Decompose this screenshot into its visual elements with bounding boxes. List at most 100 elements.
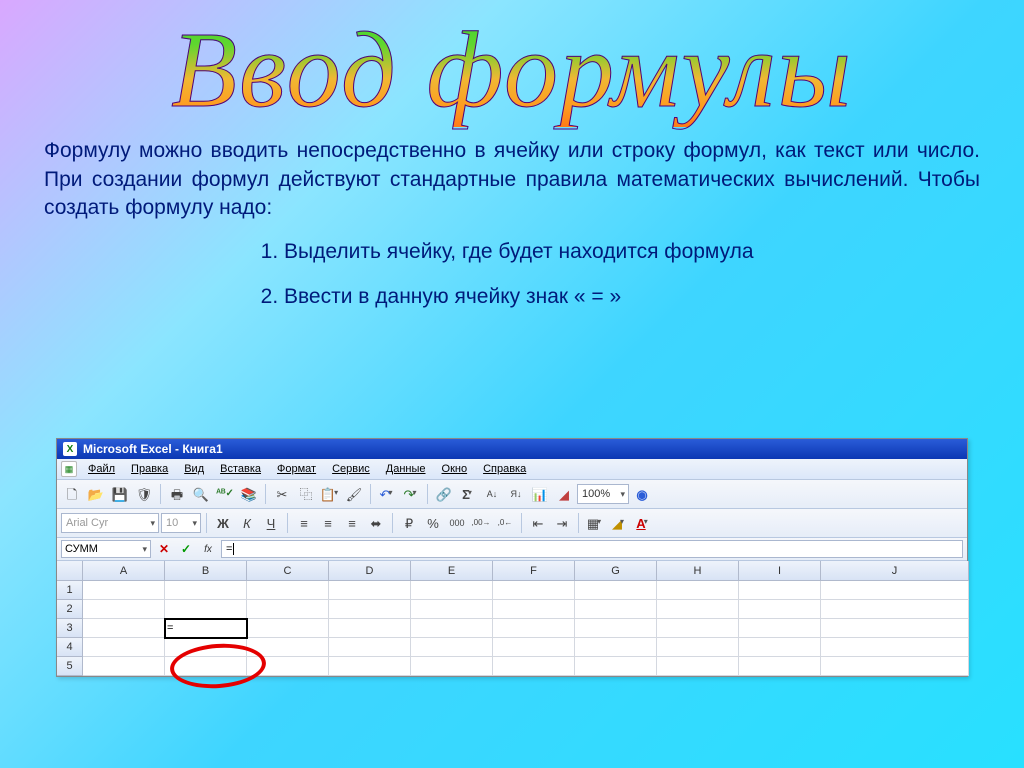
cancel-button[interactable]: ✕ [155, 540, 173, 558]
currency-button[interactable]: ₽ [398, 512, 420, 534]
sort-desc-button[interactable]: Я↓ [505, 483, 527, 505]
cell[interactable] [493, 657, 575, 676]
help-button[interactable]: ◉ [631, 483, 653, 505]
cell[interactable] [247, 638, 329, 657]
cell[interactable] [83, 657, 165, 676]
align-left-button[interactable]: ≡ [293, 512, 315, 534]
column-header[interactable]: B [165, 561, 247, 581]
formula-input[interactable]: = [221, 540, 963, 558]
column-header[interactable]: F [493, 561, 575, 581]
row-header[interactable]: 4 [57, 638, 83, 657]
autosum-button[interactable]: Σ▾ [457, 483, 479, 505]
row-header[interactable]: 1 [57, 581, 83, 600]
new-button[interactable]: 🗋 [61, 483, 83, 505]
print-button[interactable]: 🖶 [166, 483, 188, 505]
cell[interactable] [575, 657, 657, 676]
cell[interactable] [493, 581, 575, 600]
sort-asc-button[interactable]: A↓ [481, 483, 503, 505]
menu-help[interactable]: Справка [476, 461, 533, 477]
cell[interactable] [411, 600, 493, 619]
cell[interactable] [165, 581, 247, 600]
font-name-dropdown[interactable]: Arial Cyr [61, 513, 159, 533]
cell[interactable] [739, 619, 821, 638]
cell[interactable] [657, 638, 739, 657]
cell[interactable] [739, 657, 821, 676]
cell[interactable] [83, 600, 165, 619]
research-button[interactable]: 📚 [238, 483, 260, 505]
cell[interactable] [821, 619, 969, 638]
cell[interactable] [247, 600, 329, 619]
align-center-button[interactable]: ≡ [317, 512, 339, 534]
cell[interactable] [329, 638, 411, 657]
column-header[interactable]: A [83, 561, 165, 581]
menu-tools[interactable]: Сервис [325, 461, 377, 477]
cell[interactable] [329, 619, 411, 638]
font-color-button[interactable]: А▾ [632, 512, 654, 534]
cell[interactable] [411, 619, 493, 638]
align-right-button[interactable]: ≡ [341, 512, 363, 534]
cell[interactable] [657, 581, 739, 600]
cell[interactable] [247, 619, 329, 638]
column-header[interactable]: H [657, 561, 739, 581]
enter-button[interactable]: ✓ [177, 540, 195, 558]
cell[interactable] [739, 581, 821, 600]
cell[interactable] [821, 638, 969, 657]
increase-indent-button[interactable]: ⇥ [551, 512, 573, 534]
italic-button[interactable]: К [236, 512, 258, 534]
zoom-dropdown[interactable]: 100% [577, 484, 629, 504]
permission-button[interactable]: 🛡 [133, 483, 155, 505]
row-header[interactable]: 2 [57, 600, 83, 619]
comma-style-button[interactable]: 000 [446, 512, 468, 534]
cell[interactable] [411, 657, 493, 676]
borders-button[interactable]: ▦▾ [584, 512, 606, 534]
increase-decimal-button[interactable]: ,00→ [470, 512, 492, 534]
undo-button[interactable]: ↶▾ [376, 483, 398, 505]
cell[interactable]: = [165, 619, 247, 638]
merge-button[interactable]: ⬌ [365, 512, 387, 534]
bold-button[interactable]: Ж [212, 512, 234, 534]
cell[interactable] [411, 581, 493, 600]
decrease-decimal-button[interactable]: ,0← [494, 512, 516, 534]
cell[interactable] [493, 600, 575, 619]
cell[interactable] [165, 657, 247, 676]
column-header[interactable]: E [411, 561, 493, 581]
column-header[interactable]: D [329, 561, 411, 581]
drawing-button[interactable]: ◢ [553, 483, 575, 505]
menu-file[interactable]: Файл [81, 461, 122, 477]
decrease-indent-button[interactable]: ⇤ [527, 512, 549, 534]
cell[interactable] [83, 581, 165, 600]
row-header[interactable]: 3 [57, 619, 83, 638]
cell[interactable] [821, 657, 969, 676]
percent-button[interactable]: % [422, 512, 444, 534]
format-painter-button[interactable]: 🖌 [343, 483, 365, 505]
cell[interactable] [575, 581, 657, 600]
cell[interactable] [83, 619, 165, 638]
hyperlink-button[interactable]: 🔗 [433, 483, 455, 505]
menu-format[interactable]: Формат [270, 461, 323, 477]
cell[interactable] [657, 657, 739, 676]
cell[interactable] [493, 638, 575, 657]
cell[interactable] [247, 581, 329, 600]
cell[interactable] [657, 619, 739, 638]
cell[interactable] [329, 600, 411, 619]
menu-insert[interactable]: Вставка [213, 461, 268, 477]
cell[interactable] [165, 638, 247, 657]
cell[interactable] [411, 638, 493, 657]
cell[interactable] [329, 581, 411, 600]
copy-button[interactable]: ⿻ [295, 483, 317, 505]
paste-button[interactable]: 📋▾ [319, 483, 341, 505]
cell[interactable] [329, 657, 411, 676]
fill-color-button[interactable]: ◢▾ [608, 512, 630, 534]
redo-button[interactable]: ↷▾ [400, 483, 422, 505]
menu-edit[interactable]: Правка [124, 461, 175, 477]
column-header[interactable]: J [821, 561, 969, 581]
cell[interactable] [575, 638, 657, 657]
spellcheck-button[interactable]: ᴬᴮ✓ [214, 483, 236, 505]
cell[interactable] [83, 638, 165, 657]
font-size-dropdown[interactable]: 10 [161, 513, 201, 533]
cell[interactable] [575, 619, 657, 638]
cell[interactable] [657, 600, 739, 619]
menu-view[interactable]: Вид [177, 461, 211, 477]
cell[interactable] [821, 581, 969, 600]
row-header[interactable]: 5 [57, 657, 83, 676]
